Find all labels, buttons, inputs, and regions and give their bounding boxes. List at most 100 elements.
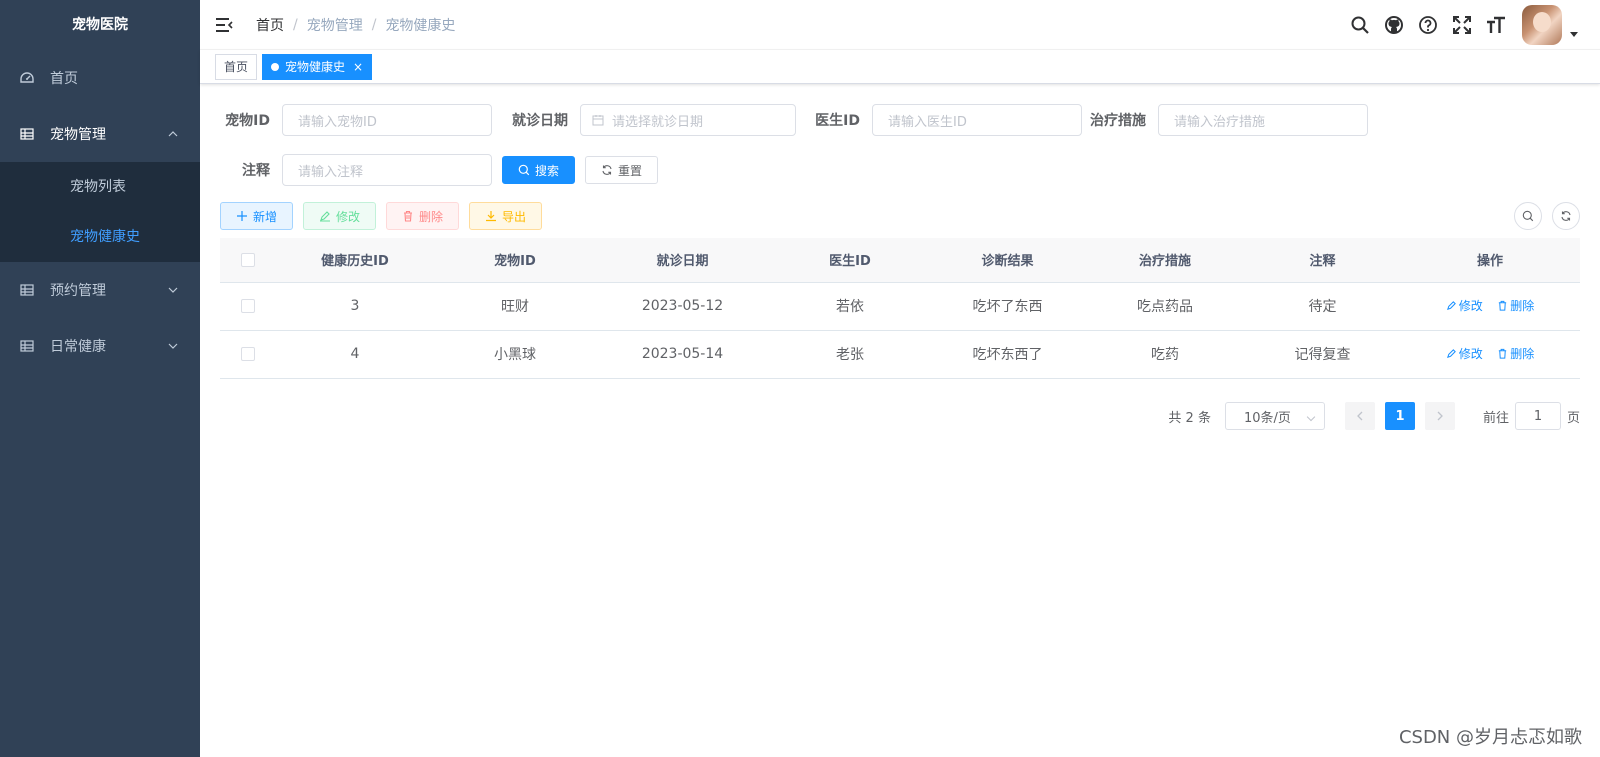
table-header-row: 健康历史ID 宠物ID 就诊日期 医生ID 诊断结果 治疗措施 注释 操作 bbox=[220, 238, 1580, 283]
sidebar-item-daily-health[interactable]: 日常健康 bbox=[0, 318, 200, 374]
row-edit-label: 修改 bbox=[1458, 347, 1483, 361]
next-page-button[interactable] bbox=[1424, 402, 1455, 430]
content-area: 宠物ID 请输入宠物ID 就诊日期 请选择就诊日期 医生ID 请输入医生ID 治… bbox=[220, 104, 1580, 430]
trash-icon bbox=[1499, 300, 1507, 311]
breadcrumb-separator: / bbox=[371, 16, 377, 33]
page-size-select[interactable]: 10条/页 bbox=[1224, 402, 1325, 430]
cell-note: 待定 bbox=[1245, 282, 1400, 331]
sidebar-item-pet-list[interactable]: 宠物列表 bbox=[0, 162, 200, 212]
cell-treatment: 吃点药品 bbox=[1085, 282, 1245, 331]
note-input[interactable]: 请输入注释 bbox=[282, 154, 492, 186]
search-icon[interactable] bbox=[1350, 15, 1370, 35]
cell-doctor: 若依 bbox=[770, 282, 930, 331]
doctor-id-input[interactable]: 请输入医生ID bbox=[872, 104, 1082, 136]
export-button-label: 导出 bbox=[502, 209, 527, 224]
sidebar-item-home[interactable]: 首页 bbox=[0, 50, 200, 106]
row-checkbox[interactable] bbox=[240, 299, 255, 313]
tag-pet-health-history[interactable]: 宠物健康史 × bbox=[262, 53, 373, 80]
column-header: 操作 bbox=[1400, 238, 1580, 283]
select-all-checkbox[interactable] bbox=[240, 252, 255, 267]
search-icon bbox=[1522, 210, 1534, 222]
search-form-row-1: 宠物ID 请输入宠物ID 就诊日期 请选择就诊日期 医生ID 请输入医生ID 治… bbox=[220, 104, 1580, 136]
edit-button-label: 修改 bbox=[336, 209, 361, 224]
page-number-current[interactable]: 1 bbox=[1384, 402, 1415, 430]
row-delete-link[interactable]: 删除 bbox=[1497, 297, 1534, 314]
chevron-down-icon bbox=[1306, 412, 1316, 422]
cell-pet: 小黑球 bbox=[435, 330, 595, 379]
row-edit-link[interactable]: 修改 bbox=[1446, 297, 1483, 314]
refresh-button[interactable] bbox=[1552, 202, 1580, 230]
chevron-down-icon bbox=[168, 343, 178, 349]
fullscreen-icon[interactable] bbox=[1452, 15, 1472, 35]
add-button[interactable]: 新增 bbox=[220, 202, 294, 230]
edit-icon bbox=[320, 211, 331, 222]
sidebar-item-label: 日常健康 bbox=[50, 339, 106, 355]
cell-diagnosis: 吃坏东西了 bbox=[930, 330, 1085, 379]
goto-suffix: 页 bbox=[1566, 410, 1580, 426]
table-icon bbox=[20, 128, 34, 140]
caret-down-icon[interactable] bbox=[1570, 32, 1578, 37]
column-header: 宠物ID bbox=[435, 238, 595, 283]
treatment-label: 治疗措施 bbox=[1090, 113, 1146, 129]
breadcrumb-pet-management: 宠物管理 bbox=[306, 17, 363, 34]
health-history-table: 健康历史ID 宠物ID 就诊日期 医生ID 诊断结果 治疗措施 注释 操作 3 bbox=[220, 238, 1580, 379]
goto-page-input[interactable]: 1 bbox=[1514, 402, 1561, 430]
pagination-total: 共 2 条 bbox=[1168, 410, 1211, 426]
pagination: 共 2 条 10条/页 1 前往 1 页 bbox=[1168, 402, 1580, 430]
github-icon[interactable] bbox=[1384, 15, 1404, 35]
sidebar-item-label: 宠物管理 bbox=[50, 127, 106, 143]
row-delete-link[interactable]: 删除 bbox=[1497, 345, 1534, 362]
column-header: 治疗措施 bbox=[1085, 238, 1245, 283]
chevron-left-icon bbox=[1357, 411, 1363, 421]
search-form-row-2: 注释 请输入注释 搜索 重置 bbox=[220, 154, 1580, 186]
cell-actions: 修改 删除 bbox=[1400, 330, 1580, 379]
breadcrumb-current: 宠物健康史 bbox=[385, 17, 456, 34]
note-label: 注释 bbox=[242, 163, 270, 179]
row-edit-link[interactable]: 修改 bbox=[1446, 345, 1483, 362]
sidebar-item-pet-management[interactable]: 宠物管理 bbox=[0, 106, 200, 162]
navbar: 首页 / 宠物管理 / 宠物健康史 bbox=[200, 0, 1600, 50]
sidebar-item-pet-health-history[interactable]: 宠物健康史 bbox=[0, 212, 200, 262]
edit-button[interactable]: 修改 bbox=[303, 202, 377, 230]
cell-note: 记得复查 bbox=[1245, 330, 1400, 379]
cell-treatment: 吃药 bbox=[1085, 330, 1245, 379]
reset-button[interactable]: 重置 bbox=[585, 156, 659, 184]
prev-page-button[interactable] bbox=[1344, 402, 1375, 430]
help-icon[interactable] bbox=[1418, 15, 1438, 35]
export-button[interactable]: 导出 bbox=[469, 202, 543, 230]
cell-diagnosis: 吃坏了东西 bbox=[930, 282, 1085, 331]
visit-date-label: 就诊日期 bbox=[512, 113, 568, 129]
reset-button-label: 重置 bbox=[618, 163, 643, 178]
right-menu bbox=[1336, 0, 1562, 50]
pet-id-input[interactable]: 请输入宠物ID bbox=[282, 104, 492, 136]
download-icon bbox=[486, 211, 497, 222]
row-checkbox[interactable] bbox=[240, 347, 255, 361]
table-icon bbox=[20, 284, 34, 296]
column-header: 诊断结果 bbox=[930, 238, 1085, 283]
calendar-icon bbox=[592, 115, 604, 126]
font-size-icon[interactable] bbox=[1486, 15, 1506, 35]
main-container: 首页 / 宠物管理 / 宠物健康史 首页 宠物健康史 × 宠物ID 请输入宠物I… bbox=[200, 0, 1600, 757]
close-icon[interactable]: × bbox=[353, 55, 363, 79]
submenu-pet-management: 宠物列表 宠物健康史 bbox=[0, 162, 200, 262]
add-button-label: 新增 bbox=[253, 209, 278, 224]
visit-date-placeholder: 请选择就诊日期 bbox=[612, 114, 704, 130]
search-button[interactable]: 搜索 bbox=[502, 156, 576, 184]
sidebar-item-appointment-management[interactable]: 预约管理 bbox=[0, 262, 200, 318]
tag-home[interactable]: 首页 bbox=[215, 53, 258, 80]
cell-actions: 修改 删除 bbox=[1400, 282, 1580, 331]
treatment-input[interactable]: 请输入治疗措施 bbox=[1158, 104, 1368, 136]
cell-doctor: 老张 bbox=[770, 330, 930, 379]
page-size-value: 10条/页 bbox=[1243, 410, 1291, 426]
search-button-label: 搜索 bbox=[535, 163, 560, 178]
hamburger-icon[interactable] bbox=[214, 15, 234, 35]
tag-label: 宠物健康史 bbox=[285, 59, 346, 74]
avatar[interactable] bbox=[1522, 5, 1562, 45]
visit-date-picker[interactable]: 请选择就诊日期 bbox=[580, 104, 796, 136]
toggle-search-button[interactable] bbox=[1514, 202, 1542, 230]
delete-button[interactable]: 删除 bbox=[386, 202, 460, 230]
breadcrumb-home[interactable]: 首页 bbox=[256, 15, 284, 35]
refresh-icon bbox=[1561, 211, 1571, 221]
row-edit-label: 修改 bbox=[1458, 299, 1483, 313]
dashboard-icon bbox=[20, 72, 34, 83]
